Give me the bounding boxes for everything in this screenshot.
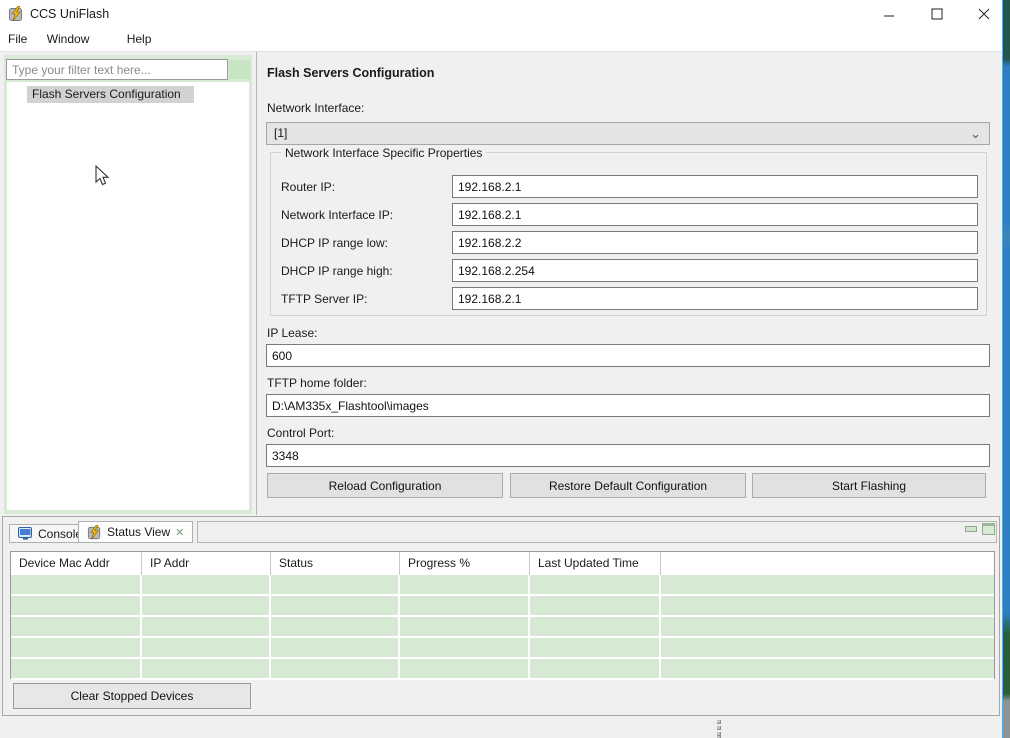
tree-item-flash-servers-configuration[interactable]: Flash Servers Configuration <box>27 86 194 103</box>
panel-divider[interactable] <box>256 52 257 515</box>
dhcp-ip-range-low-label: DHCP IP range low: <box>281 236 388 250</box>
tab-status-view-label: Status View <box>107 525 171 539</box>
clear-stopped-devices-button[interactable]: Clear Stopped Devices <box>13 683 251 709</box>
table-row <box>11 617 994 638</box>
menu-bar: File Window Help <box>0 28 1002 52</box>
table-row <box>11 638 994 659</box>
filter-input[interactable] <box>6 59 228 80</box>
table-row <box>11 596 994 617</box>
chevron-down-icon: ⌄ <box>970 126 981 141</box>
router-ip-label: Router IP: <box>281 180 336 194</box>
config-tree: Flash Servers Configuration <box>7 82 249 510</box>
resize-grip[interactable] <box>715 719 723 738</box>
panel-minimize-icon[interactable] <box>965 526 977 532</box>
dhcp-ip-range-low-field[interactable] <box>452 231 978 254</box>
network-interface-label: Network Interface: <box>267 101 365 115</box>
minimize-button[interactable] <box>873 3 905 25</box>
close-icon <box>978 8 990 20</box>
table-row <box>11 575 994 596</box>
tab-status-view[interactable]: Status View ✕ <box>78 521 194 543</box>
column-header-empty[interactable] <box>661 552 994 575</box>
ip-lease-label: IP Lease: <box>267 326 318 340</box>
window-title: CCS UniFlash <box>30 7 110 21</box>
table-header-row: Device Mac Addr IP Addr Status Progress … <box>11 552 994 575</box>
control-port-field[interactable] <box>266 444 990 467</box>
dhcp-ip-range-high-field[interactable] <box>452 259 978 282</box>
panel-maximize-icon[interactable] <box>982 523 995 535</box>
tab-close-icon[interactable]: ✕ <box>175 526 184 539</box>
tftp-server-ip-field[interactable] <box>452 287 978 310</box>
start-flashing-button[interactable]: Start Flashing <box>752 473 986 498</box>
tab-strip <box>197 521 997 543</box>
tftp-home-folder-label: TFTP home folder: <box>267 376 367 390</box>
reload-configuration-button[interactable]: Reload Configuration <box>267 473 503 498</box>
tftp-home-folder-field[interactable] <box>266 394 990 417</box>
menu-help[interactable]: Help <box>119 28 160 52</box>
close-button[interactable] <box>968 3 1000 25</box>
network-interface-value: [1] <box>274 126 288 140</box>
maximize-icon <box>931 8 943 20</box>
column-header-device-mac-addr[interactable]: Device Mac Addr <box>11 552 142 575</box>
dhcp-ip-range-high-label: DHCP IP range high: <box>281 264 393 278</box>
console-monitor-icon <box>18 527 32 540</box>
page-title: Flash Servers Configuration <box>267 66 435 80</box>
maximize-button[interactable] <box>921 3 953 25</box>
title-bar: CCS UniFlash <box>0 0 1002 28</box>
menu-file[interactable]: File <box>0 28 35 52</box>
tab-console-label: Console <box>38 526 83 541</box>
desktop-background-strip <box>1002 0 1010 738</box>
column-header-progress[interactable]: Progress % <box>400 552 530 575</box>
column-header-status[interactable]: Status <box>271 552 400 575</box>
network-interface-select[interactable]: [1] ⌄ <box>266 122 990 145</box>
tftp-server-ip-label: TFTP Server IP: <box>281 292 368 306</box>
ip-lease-field[interactable] <box>266 344 990 367</box>
status-view-panel: Console Status View ✕ Device Mac Addr IP… <box>2 516 1000 716</box>
menu-window[interactable]: Window <box>39 28 98 52</box>
device-status-table[interactable]: Device Mac Addr IP Addr Status Progress … <box>10 551 995 680</box>
network-interface-ip-label: Network Interface IP: <box>281 208 394 222</box>
column-header-ip-addr[interactable]: IP Addr <box>142 552 271 575</box>
filter-clear-area[interactable] <box>229 60 250 79</box>
column-header-last-updated-time[interactable]: Last Updated Time <box>530 552 661 575</box>
app-window: CCS UniFlash File Window Help Flash Serv… <box>0 0 1010 738</box>
router-ip-field[interactable] <box>452 175 978 198</box>
app-flash-bolt-icon <box>9 6 22 22</box>
group-title: Network Interface Specific Properties <box>281 146 487 160</box>
flash-bolt-icon <box>87 524 101 539</box>
sidebar: Flash Servers Configuration <box>4 55 252 514</box>
restore-default-configuration-button[interactable]: Restore Default Configuration <box>510 473 746 498</box>
control-port-label: Control Port: <box>267 426 335 440</box>
network-interface-ip-field[interactable] <box>452 203 978 226</box>
mouse-cursor-icon <box>95 165 110 186</box>
minimize-icon <box>884 15 894 17</box>
table-row <box>11 659 994 680</box>
